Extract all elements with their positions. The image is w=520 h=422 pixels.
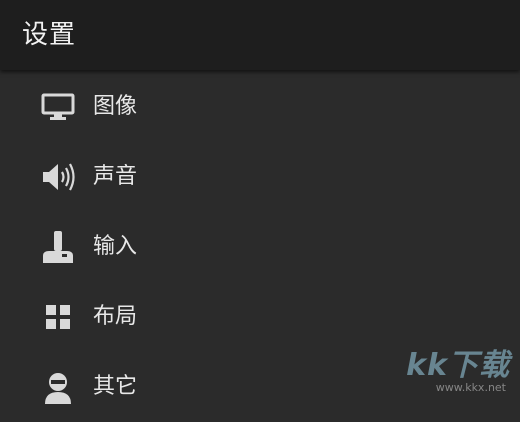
menu-item-label: 图像	[93, 94, 138, 119]
menu-item-input[interactable]: 输入	[0, 212, 520, 282]
menu-item-label: 输入	[93, 234, 138, 259]
menu-item-label: 其它	[93, 374, 138, 399]
watermark: kk下载 www.kkx.net	[392, 340, 510, 394]
menu-item-label: 声音	[93, 164, 138, 189]
monitor-icon	[38, 87, 78, 127]
app-header: 设置	[0, 0, 520, 70]
watermark-logo: kk下载	[406, 348, 510, 383]
menu-item-image[interactable]: 图像	[0, 72, 520, 142]
joystick-icon	[38, 227, 78, 267]
speaker-icon	[38, 157, 78, 197]
menu-item-label: 布局	[93, 304, 138, 329]
menu-item-sound[interactable]: 声音	[0, 142, 520, 212]
page-title: 设置	[22, 20, 77, 50]
watermark-url: www.kkx.net	[435, 381, 506, 394]
user-icon	[38, 367, 78, 407]
grid-icon	[38, 297, 78, 337]
